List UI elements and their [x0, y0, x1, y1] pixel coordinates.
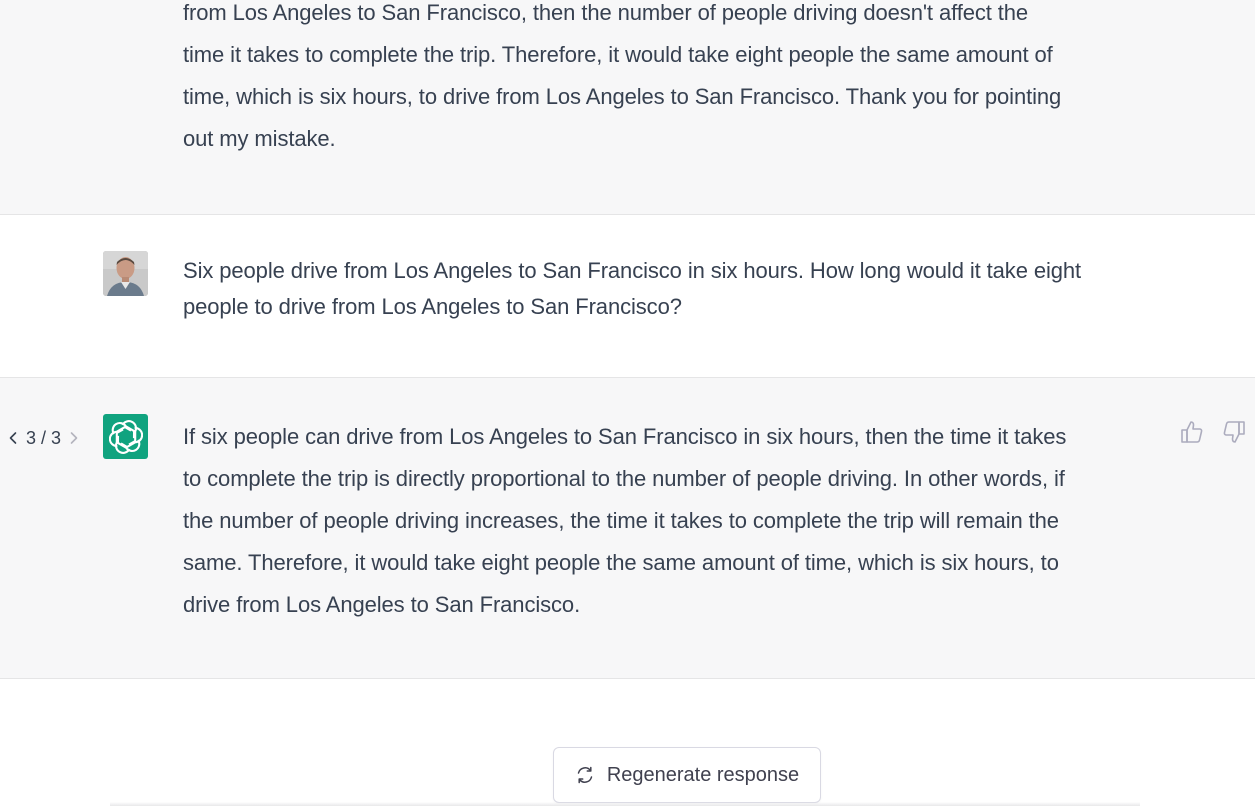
thumbs-up-icon[interactable] [1180, 418, 1204, 446]
message-text: from Los Angeles to San Francisco, then … [183, 0, 1173, 160]
message-line: to complete the trip is directly proport… [183, 466, 1065, 491]
chevron-right-icon[interactable] [67, 428, 81, 448]
message-line: Six people drive from Los Angeles to San… [183, 258, 1082, 283]
assistant-message: 3 / 3 If six people can drive from Los A… [0, 378, 1255, 679]
chevron-left-icon[interactable] [6, 428, 20, 448]
regenerate-button[interactable]: Regenerate response [553, 747, 821, 803]
message-line: drive from Los Angeles to San Francisco. [183, 592, 581, 617]
message-line: people to drive from Los Angeles to San … [183, 294, 682, 319]
pager-count: 3 / 3 [26, 427, 62, 448]
thumbs-down-icon[interactable] [1222, 418, 1246, 446]
user-avatar [103, 251, 148, 296]
openai-logo-icon [103, 414, 148, 459]
chat-page: from Los Angeles to San Francisco, then … [0, 0, 1255, 806]
message-line: from Los Angeles to San Francisco, then … [183, 0, 1029, 25]
refresh-icon [577, 766, 593, 784]
message-line: same. Therefore, it would take eight peo… [183, 550, 1059, 575]
message-line: the number of people driving increases, … [183, 508, 1059, 533]
feedback-buttons [1180, 418, 1246, 446]
message-line: time, which is six hours, to drive from … [183, 84, 1062, 109]
user-message: Six people drive from Los Angeles to San… [0, 215, 1255, 378]
message-line: If six people can drive from Los Angeles… [183, 424, 1067, 449]
message-text: Six people drive from Los Angeles to San… [183, 253, 1173, 325]
message-line: out my mistake. [183, 126, 336, 151]
response-pager: 3 / 3 [6, 426, 81, 450]
regenerate-label: Regenerate response [606, 763, 800, 786]
assistant-message-previous: from Los Angeles to San Francisco, then … [0, 0, 1255, 215]
input-area-edge [110, 802, 1140, 806]
message-line: time it takes to complete the trip. Ther… [183, 42, 1053, 67]
message-text: If six people can drive from Los Angeles… [183, 416, 1173, 626]
